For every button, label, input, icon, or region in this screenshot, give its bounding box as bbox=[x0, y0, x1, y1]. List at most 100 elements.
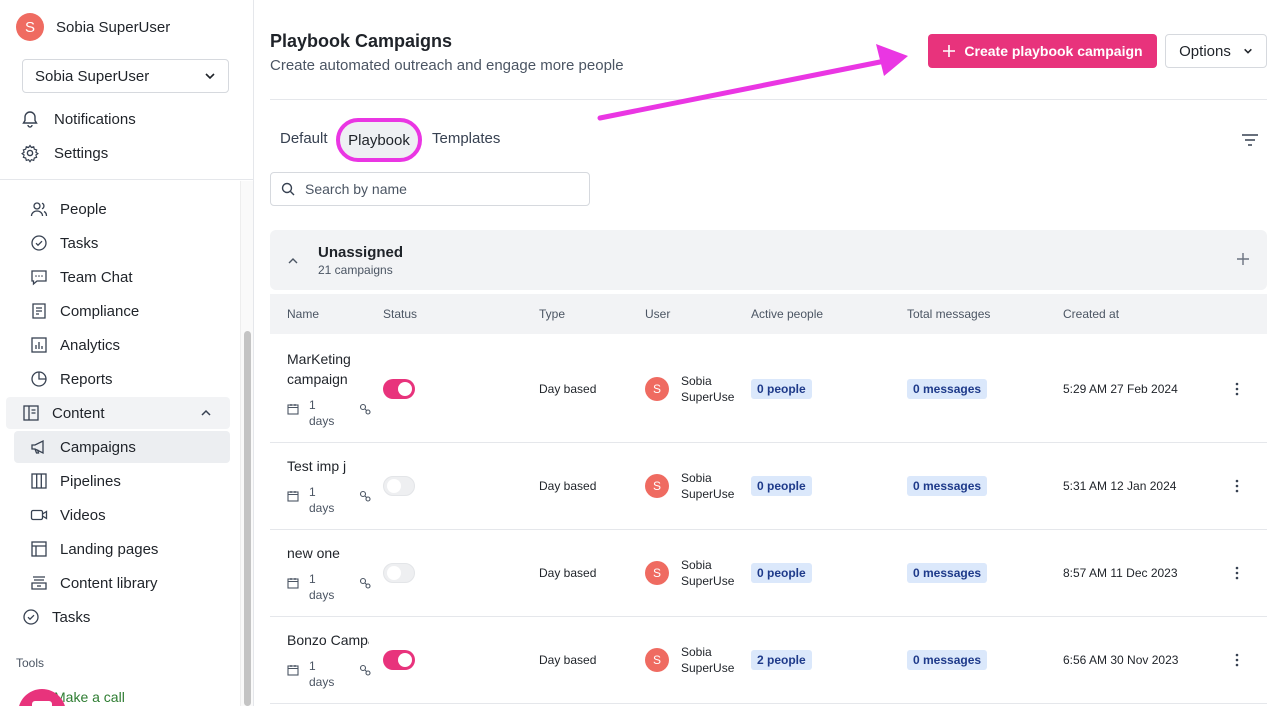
calendar-icon bbox=[287, 665, 299, 676]
status-toggle[interactable] bbox=[383, 379, 415, 399]
sidebar-item-tasks-top[interactable]: Tasks bbox=[6, 601, 222, 633]
filter-icon[interactable] bbox=[1241, 131, 1259, 149]
sidebar-item-compliance[interactable]: Compliance bbox=[14, 295, 230, 327]
status-toggle[interactable] bbox=[383, 476, 415, 496]
sidebar-item-pipelines[interactable]: Pipelines bbox=[14, 465, 230, 497]
user-last-name: SuperUser bbox=[681, 390, 735, 404]
duration: 1 days bbox=[309, 397, 349, 429]
create-playbook-campaign-button[interactable]: Create playbook campaign bbox=[928, 34, 1157, 68]
duration-value: 1 bbox=[309, 659, 316, 673]
created-at: 5:29 AM 27 Feb 2024 bbox=[1063, 382, 1178, 396]
tab-default[interactable]: Default bbox=[280, 130, 328, 147]
campaign-name[interactable]: new one bbox=[287, 543, 369, 563]
sidebar-item-label: Compliance bbox=[60, 302, 140, 320]
active-people-badge[interactable]: 0 people bbox=[751, 476, 812, 496]
campaign-meta: 1 days bbox=[287, 397, 371, 429]
campaign-name[interactable]: MarKeting campaign bbox=[287, 349, 369, 389]
chat-icon bbox=[31, 270, 47, 286]
link-icon bbox=[359, 403, 371, 415]
user-last-name: SuperUser bbox=[681, 487, 735, 501]
status-toggle[interactable] bbox=[383, 650, 415, 670]
search-input[interactable] bbox=[305, 181, 575, 197]
created-at: 8:57 AM 11 Dec 2023 bbox=[1063, 566, 1178, 580]
notifications-link[interactable]: Notifications bbox=[20, 109, 136, 129]
sidebar-item-landing-pages[interactable]: Landing pages bbox=[14, 533, 230, 565]
account-select-value: Sobia SuperUser bbox=[35, 67, 150, 85]
sidebar-item-tasks[interactable]: Tasks bbox=[14, 227, 230, 259]
group-unassigned[interactable]: Unassigned 21 campaigns bbox=[270, 230, 1267, 290]
options-button-label: Options bbox=[1179, 42, 1231, 60]
total-messages-badge[interactable]: 0 messages bbox=[907, 650, 988, 670]
link-icon bbox=[359, 577, 371, 589]
sidebar-item-reports[interactable]: Reports bbox=[14, 363, 230, 395]
search-icon bbox=[281, 182, 295, 196]
active-people-badge[interactable]: 0 people bbox=[751, 563, 812, 583]
sidebar-item-label: Analytics bbox=[60, 336, 121, 354]
calendar-icon bbox=[287, 404, 299, 415]
content-icon bbox=[23, 405, 39, 421]
tab-playbook[interactable]: Playbook bbox=[336, 118, 422, 162]
table-row[interactable]: MarKeting campaign 1 days Day based S Sob… bbox=[270, 334, 1267, 443]
current-user[interactable]: S Sobia SuperUser bbox=[16, 13, 170, 41]
table-row[interactable]: Test imp j 1 days Day based S Sobia SuperU… bbox=[270, 443, 1267, 530]
total-messages-badge[interactable]: 0 messages bbox=[907, 476, 988, 496]
more-vertical-icon[interactable] bbox=[1234, 653, 1240, 667]
user-first-name: Sobia bbox=[681, 374, 712, 388]
sidebar-item-campaigns[interactable]: Campaigns bbox=[14, 431, 230, 463]
tab-playbook-label: Playbook bbox=[348, 131, 410, 149]
plus-icon bbox=[943, 45, 956, 57]
sidebar-group-content[interactable]: Content bbox=[6, 397, 230, 429]
avatar: S bbox=[645, 561, 669, 585]
chevron-down-icon bbox=[1243, 48, 1252, 54]
sidebar-item-content-library[interactable]: Content library bbox=[14, 567, 230, 599]
sidebar-nav: People Tasks Team Chat Compliance Analyt… bbox=[0, 181, 240, 706]
sidebar-scrollbar[interactable] bbox=[240, 181, 253, 706]
duration-unit: days bbox=[309, 588, 335, 602]
more-vertical-icon[interactable] bbox=[1234, 479, 1240, 493]
chevron-down-icon bbox=[205, 73, 215, 80]
duration-unit: days bbox=[309, 414, 335, 428]
account-select[interactable]: Sobia SuperUser bbox=[22, 59, 229, 93]
table-row[interactable]: Bonzo Campaign 1 days Day based S Sobia Su… bbox=[270, 617, 1267, 704]
sidebar-header: S Sobia SuperUser Sobia SuperUser Notifi… bbox=[0, 0, 253, 180]
active-people-badge[interactable]: 2 people bbox=[751, 650, 812, 670]
chevron-up-icon[interactable] bbox=[286, 254, 300, 268]
campaign-name[interactable]: Test imp j bbox=[287, 456, 369, 476]
more-vertical-icon[interactable] bbox=[1234, 566, 1240, 580]
settings-link[interactable]: Settings bbox=[20, 143, 108, 163]
sidebar-item-analytics[interactable]: Analytics bbox=[14, 329, 230, 361]
page-title: Playbook Campaigns bbox=[270, 31, 453, 51]
sidebar-item-team-chat[interactable]: Team Chat bbox=[14, 261, 230, 293]
total-messages-badge[interactable]: 0 messages bbox=[907, 379, 988, 399]
campaign-meta: 1 days bbox=[287, 484, 371, 516]
scrollbar-thumb[interactable] bbox=[244, 331, 251, 706]
campaign-name[interactable]: Bonzo Campaign bbox=[287, 630, 369, 650]
sidebar-item-videos[interactable]: Videos bbox=[14, 499, 230, 531]
toggle-knob bbox=[398, 653, 412, 667]
column-header-active-people: Active people bbox=[751, 307, 824, 321]
total-messages-badge[interactable]: 0 messages bbox=[907, 563, 988, 583]
active-people-badge[interactable]: 0 people bbox=[751, 379, 812, 399]
avatar: S bbox=[645, 474, 669, 498]
tab-templates[interactable]: Templates bbox=[432, 130, 500, 147]
bell-icon bbox=[22, 111, 38, 128]
check-circle-icon bbox=[31, 235, 47, 251]
columns-icon bbox=[31, 473, 47, 489]
more-vertical-icon[interactable] bbox=[1234, 382, 1240, 396]
user-name: Sobia SuperUser bbox=[681, 557, 735, 589]
duration: 1 days bbox=[309, 571, 349, 603]
options-button[interactable]: Options bbox=[1165, 34, 1267, 68]
sidebar-item-people[interactable]: People bbox=[14, 193, 230, 225]
column-header-name: Name bbox=[287, 307, 320, 321]
status-toggle[interactable] bbox=[383, 563, 415, 583]
campaign-type: Day based bbox=[539, 479, 597, 493]
table-row[interactable]: new one 1 days Day based S Sobia SuperUser… bbox=[270, 530, 1267, 617]
user-first-name: Sobia bbox=[681, 471, 712, 485]
plus-icon[interactable] bbox=[1236, 252, 1250, 266]
column-header-created-at: Created at bbox=[1063, 307, 1120, 321]
sidebar-item-label: Landing pages bbox=[60, 540, 159, 558]
megaphone-icon bbox=[31, 439, 44, 455]
duration-value: 1 bbox=[309, 485, 316, 499]
chevron-up-icon bbox=[201, 409, 211, 416]
make-call-link[interactable]: Make a call bbox=[54, 689, 125, 705]
